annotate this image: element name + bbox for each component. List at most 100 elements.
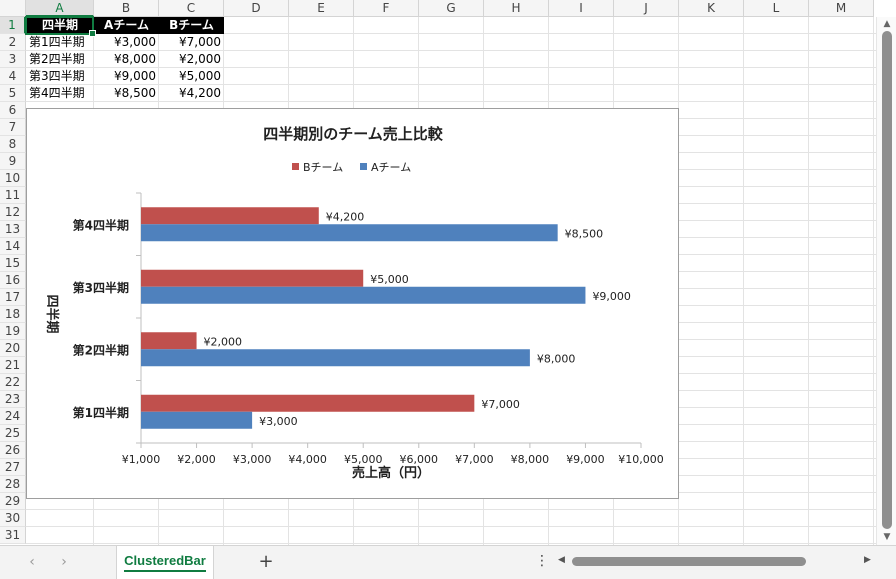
bar-team-b [141,269,364,287]
active-cell-cursor [25,16,96,37]
column-header-f[interactable]: F [354,0,419,17]
data-cell[interactable]: ¥5,000 [159,68,224,85]
column-header-e[interactable]: E [289,0,354,17]
x-tick-label: ¥9,000 [566,453,605,466]
data-cell[interactable]: ¥8,000 [94,51,159,68]
horizontal-scrollbar[interactable]: ◀ ▶ [556,553,876,571]
x-tick-label: ¥2,000 [177,453,216,466]
row-header-20[interactable]: 20 [0,340,26,357]
column-header-d[interactable]: D [224,0,289,17]
sheet-tab-bar: ‹ › ClusteredBar + ⋮ ◀ ▶ [0,545,896,579]
chart-title: 四半期別のチーム売上比較 [263,125,444,143]
more-options-icon[interactable]: ⋮ [535,553,549,569]
row-header-5[interactable]: 5 [0,85,26,102]
row-header-2[interactable]: 2 [0,34,26,51]
column-header-b[interactable]: B [94,0,159,17]
data-cell[interactable]: 第4四半期 [26,85,94,102]
row-header-10[interactable]: 10 [0,170,26,187]
row-header-24[interactable]: 24 [0,408,26,425]
x-tick-label: ¥1,000 [122,453,161,466]
row-header-16[interactable]: 16 [0,272,26,289]
gridline [873,17,874,545]
scroll-up-icon[interactable]: ▲ [877,19,896,29]
scroll-left-icon[interactable]: ◀ [558,555,565,565]
data-label: ¥8,000 [537,352,576,365]
row-header-25[interactable]: 25 [0,425,26,442]
row-header-8[interactable]: 8 [0,136,26,153]
row-header-18[interactable]: 18 [0,306,26,323]
row-header-27[interactable]: 27 [0,459,26,476]
data-cell[interactable]: 第1四半期 [26,34,94,51]
column-header-k[interactable]: K [679,0,744,17]
row-header-1[interactable]: 1 [0,17,26,34]
column-header-h[interactable]: H [484,0,549,17]
data-label: ¥3,000 [259,415,298,428]
scroll-right-icon[interactable]: ▶ [864,555,871,565]
legend-swatch [360,163,367,170]
x-tick-label: ¥8,000 [511,453,550,466]
column-header-l[interactable]: L [744,0,809,17]
bar-team-a [141,349,530,367]
row-header-31[interactable]: 31 [0,527,26,544]
data-cell[interactable]: ¥7,000 [159,34,224,51]
bar-team-b [141,207,319,225]
row-header-6[interactable]: 6 [0,102,26,119]
data-cell[interactable]: 第2四半期 [26,51,94,68]
header-cell[interactable]: Aチーム [94,17,159,34]
row-header-19[interactable]: 19 [0,323,26,340]
row-header-29[interactable]: 29 [0,493,26,510]
sheet-tab-clusteredbar[interactable]: ClusteredBar [116,546,214,579]
data-cell[interactable]: ¥2,000 [159,51,224,68]
data-cell[interactable]: ¥4,200 [159,85,224,102]
sheet-tab-label: ClusteredBar [124,553,206,572]
row-header-12[interactable]: 12 [0,204,26,221]
row-header-15[interactable]: 15 [0,255,26,272]
clustered-bar-chart[interactable]: 四半期別のチーム売上比較 Bチーム Aチーム ¥1,000 ¥2,000 ¥3,000 ¥4… [26,108,679,499]
row-header-26[interactable]: 26 [0,442,26,459]
row-header-23[interactable]: 23 [0,391,26,408]
y-category-label: 第2四半期 [73,342,129,357]
column-header-i[interactable]: I [549,0,614,17]
row-header-14[interactable]: 14 [0,238,26,255]
bar-team-b [141,332,197,350]
row-header-28[interactable]: 28 [0,476,26,493]
row-header-11[interactable]: 11 [0,187,26,204]
vertical-scrollbar[interactable]: ▲ ▼ [876,17,896,545]
row-header-13[interactable]: 13 [0,221,26,238]
column-header-a[interactable]: A [26,0,94,17]
bar-team-a [141,411,253,429]
x-tick-label: ¥7,000 [455,453,494,466]
row-header-3[interactable]: 3 [0,51,26,68]
column-header-g[interactable]: G [419,0,484,17]
row-header-9[interactable]: 9 [0,153,26,170]
column-header-c[interactable]: C [159,0,224,17]
bar-team-a [141,224,558,242]
data-cell[interactable]: 第3四半期 [26,68,94,85]
x-tick-label: ¥5,000 [344,453,383,466]
legend-label: Bチーム [303,161,343,174]
column-header-j[interactable]: J [614,0,679,17]
data-cell[interactable]: ¥9,000 [94,68,159,85]
row-header-21[interactable]: 21 [0,357,26,374]
select-all-corner[interactable] [0,0,26,17]
chevron-left-icon[interactable]: ‹ [22,554,42,570]
data-label: ¥4,200 [326,210,365,223]
header-cell[interactable]: Bチーム [159,17,224,34]
data-label: ¥8,500 [565,227,604,240]
column-header-m[interactable]: M [809,0,874,17]
bar-team-b [141,394,475,412]
vertical-scroll-thumb[interactable] [882,31,892,529]
gridline [743,17,744,545]
horizontal-scroll-thumb[interactable] [572,557,806,566]
data-label: ¥9,000 [592,290,631,303]
chevron-right-icon[interactable]: › [54,554,74,570]
row-header-7[interactable]: 7 [0,119,26,136]
data-cell[interactable]: ¥8,500 [94,85,159,102]
row-header-22[interactable]: 22 [0,374,26,391]
row-header-17[interactable]: 17 [0,289,26,306]
scroll-down-icon[interactable]: ▼ [877,532,896,542]
data-cell[interactable]: ¥3,000 [94,34,159,51]
add-sheet-button[interactable]: + [255,551,277,573]
row-header-4[interactable]: 4 [0,68,26,85]
row-header-30[interactable]: 30 [0,510,26,527]
